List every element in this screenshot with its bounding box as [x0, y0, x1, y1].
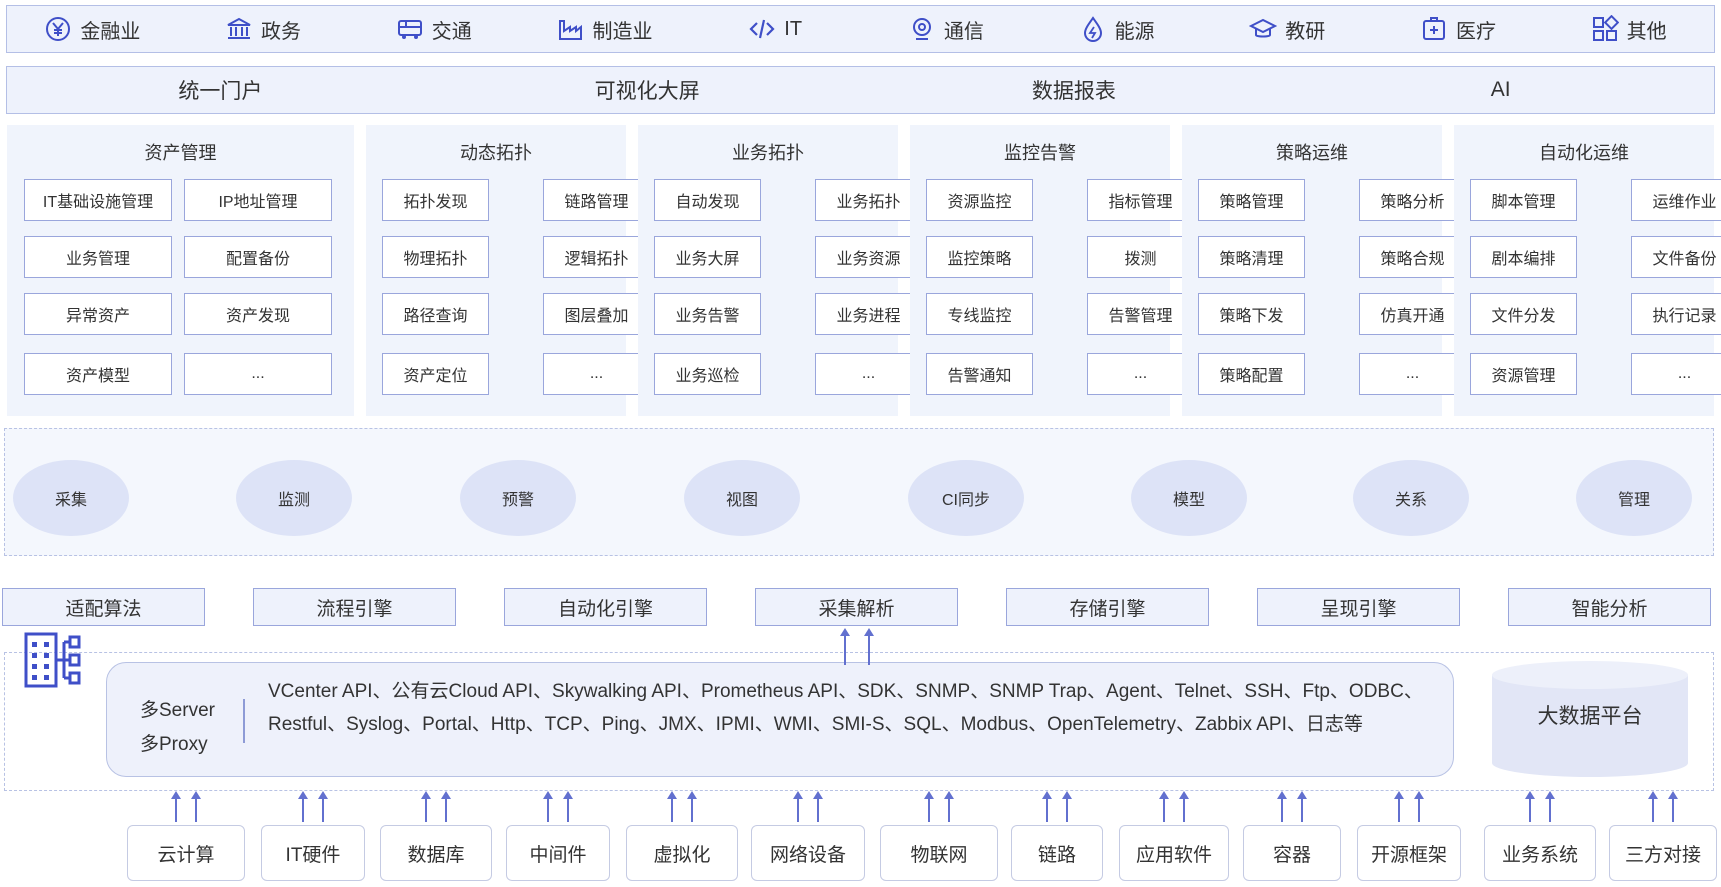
source-arrow	[1648, 791, 1658, 822]
source-arrow	[813, 791, 823, 822]
source-box: 物联网	[880, 825, 998, 881]
source-box: 容器	[1243, 825, 1341, 881]
source-arrow	[1159, 791, 1169, 822]
source-box: 三方对接	[1609, 825, 1717, 881]
source-arrow	[1545, 791, 1555, 822]
source-arrow	[441, 791, 451, 822]
source-arrow	[1062, 791, 1072, 822]
source-arrow	[191, 791, 201, 822]
source-arrow	[563, 791, 573, 822]
engine-arrow	[840, 628, 850, 665]
source-arrow	[1525, 791, 1535, 822]
source-arrow	[421, 791, 431, 822]
source-box: IT硬件	[261, 825, 365, 881]
flow-arrows	[171, 628, 1678, 822]
source-arrow	[1297, 791, 1307, 822]
source-box: 数据库	[380, 825, 492, 881]
source-arrow	[1042, 791, 1052, 822]
source-box: 虚拟化	[626, 825, 738, 881]
engine-arrow	[864, 628, 874, 665]
source-arrow	[1414, 791, 1424, 822]
source-box: 业务系统	[1484, 825, 1596, 881]
source-box: 链路	[1011, 825, 1103, 881]
source-box: 中间件	[506, 825, 610, 881]
source-box: 应用软件	[1119, 825, 1229, 881]
source-arrow	[298, 791, 308, 822]
source-arrow	[171, 791, 181, 822]
source-arrow	[1179, 791, 1189, 822]
source-arrow	[1668, 791, 1678, 822]
source-arrow	[1394, 791, 1404, 822]
source-box: 云计算	[127, 825, 245, 881]
source-arrow	[543, 791, 553, 822]
source-arrow	[924, 791, 934, 822]
source-arrow	[687, 791, 697, 822]
source-box: 网络设备	[751, 825, 865, 881]
source-arrow	[793, 791, 803, 822]
source-arrow	[1277, 791, 1287, 822]
source-arrow	[944, 791, 954, 822]
source-arrow	[667, 791, 677, 822]
source-arrow	[318, 791, 328, 822]
source-box: 开源框架	[1357, 825, 1461, 881]
